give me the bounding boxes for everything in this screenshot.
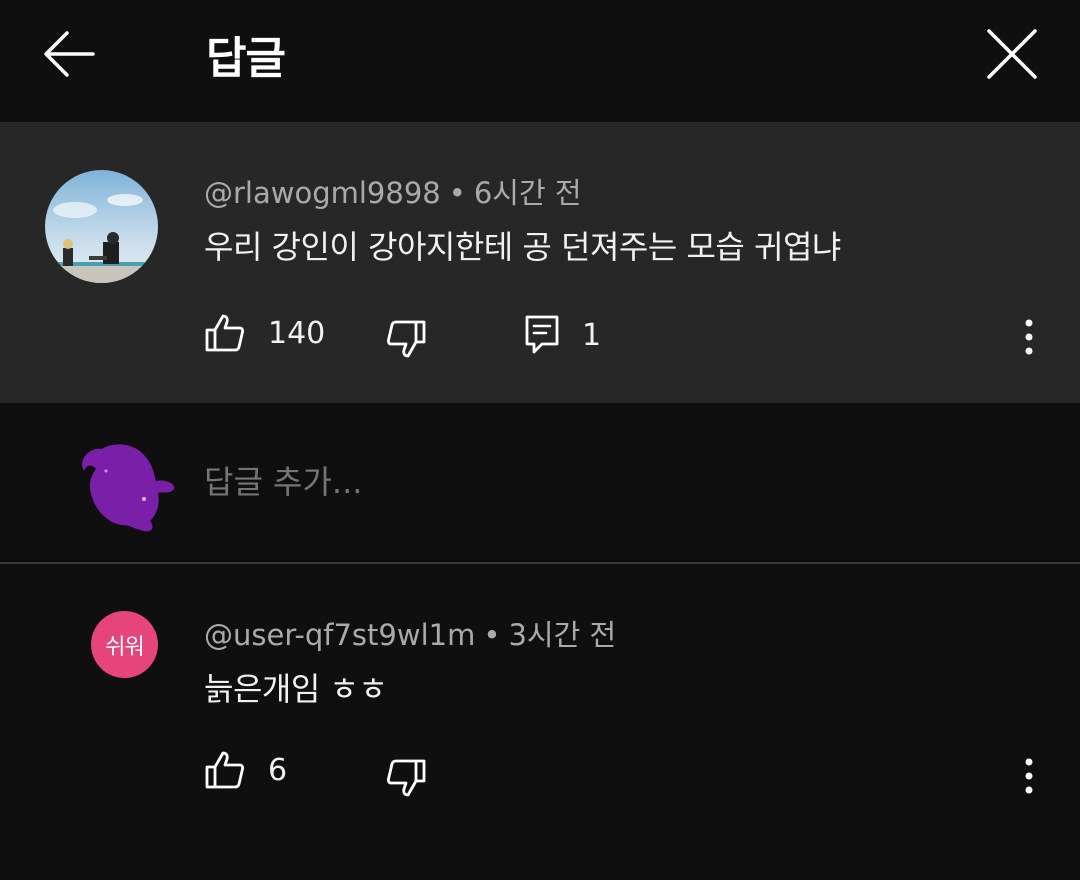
author-name[interactable]: @user-qf7st9wl1m	[204, 618, 475, 652]
more-vertical-icon	[1025, 758, 1033, 794]
reply-comment: 쉬워 @user-qf7st9wl1m • 3시간 전 늙은개임 ㅎㅎ 6	[0, 564, 1080, 880]
avatar-doodle	[82, 444, 175, 532]
comment-actions: 140 1	[0, 312, 1080, 362]
like-count: 6	[268, 752, 288, 788]
comment-meta: @rlawogml9898 • 6시간 전	[204, 170, 582, 212]
arrow-left-icon	[44, 31, 95, 77]
dislike-button[interactable]	[385, 757, 427, 799]
comment-text: 우리 강인이 강아지한테 공 던져주는 모습 귀엽냐	[204, 228, 841, 266]
dislike-button[interactable]	[385, 318, 427, 360]
close-button[interactable]	[982, 24, 1042, 84]
more-options-button[interactable]	[1014, 312, 1044, 362]
comment-icon	[525, 315, 559, 354]
like-count: 140	[268, 315, 326, 351]
reply-count: 1	[582, 317, 602, 353]
parent-comment: @rlawogml9898 • 6시간 전 우리 강인이 강아지한테 공 던져주는 …	[0, 122, 1080, 403]
my-avatar	[74, 441, 184, 533]
avatar-photo	[45, 170, 158, 283]
thumbs-down-icon	[386, 759, 426, 797]
timestamp: 6시간 전	[473, 176, 582, 210]
more-vertical-icon	[1025, 319, 1033, 355]
avatar[interactable]: 쉬워	[91, 611, 158, 678]
comment-text: 늙은개임 ㅎㅎ	[204, 670, 388, 708]
avatar[interactable]	[45, 170, 158, 283]
top-bar: 답글	[0, 0, 1080, 122]
like-button[interactable]: 140	[204, 312, 325, 354]
thumbs-up-icon	[205, 751, 245, 789]
like-button[interactable]: 6	[204, 749, 287, 791]
separator-dot: •	[448, 176, 466, 210]
page-title: 답글	[206, 33, 286, 84]
close-icon	[987, 29, 1037, 79]
reply-count-button[interactable]: 1	[524, 314, 601, 356]
back-button[interactable]	[40, 26, 98, 82]
separator-dot: •	[483, 618, 501, 652]
thumbs-up-icon	[205, 314, 245, 352]
more-options-button[interactable]	[1014, 751, 1044, 801]
timestamp: 3시간 전	[508, 618, 617, 652]
comment-meta: @user-qf7st9wl1m • 3시간 전	[204, 612, 616, 654]
comment-actions: 6	[0, 749, 1080, 799]
author-name[interactable]: @rlawogml9898	[204, 176, 441, 210]
reply-input[interactable]	[204, 463, 804, 501]
thumbs-down-icon	[386, 320, 426, 358]
add-reply-row	[0, 403, 1080, 563]
